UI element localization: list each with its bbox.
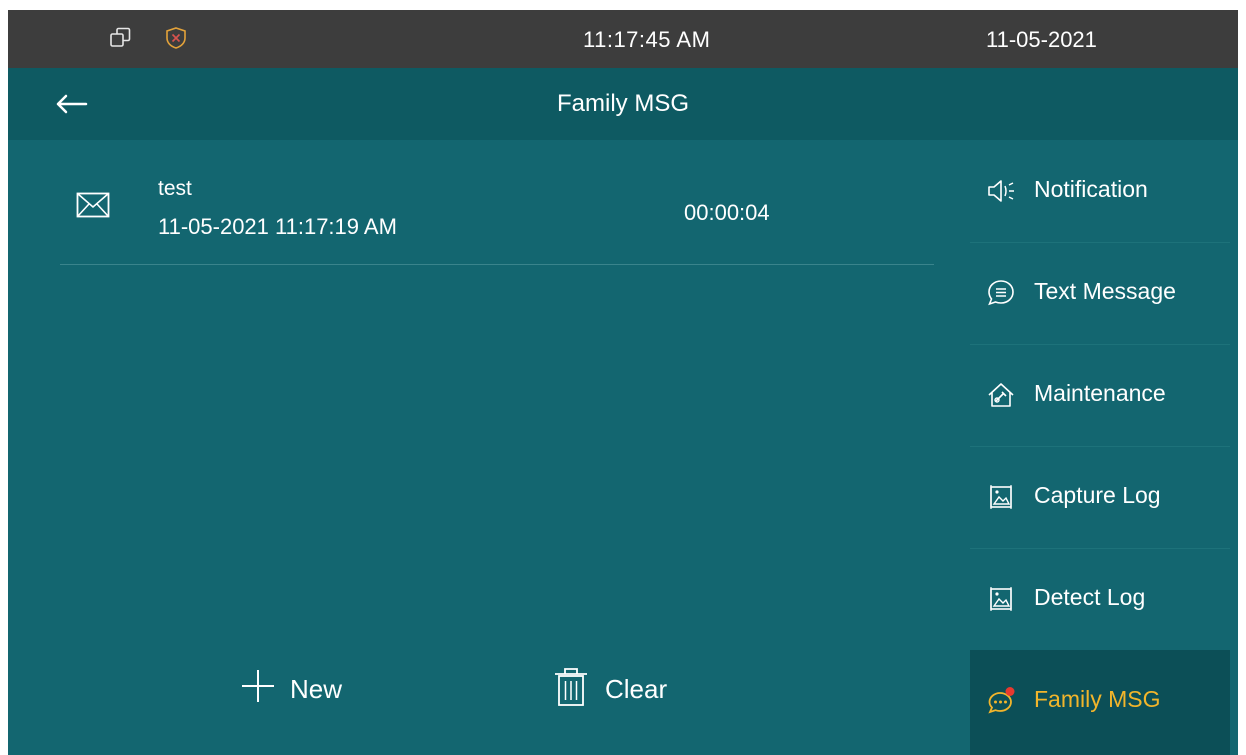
page-title: Family MSG [557,90,689,117]
sidebar-item-capture-log[interactable]: Capture Log [970,446,1230,549]
sidebar-item-maintenance[interactable]: Maintenance [970,344,1230,447]
trash-icon [555,668,587,706]
new-button-label: New [290,674,343,704]
plus-icon [242,670,274,702]
shield-alarm-icon [166,27,186,49]
sidebar-item-notification[interactable]: Notification [970,140,1230,243]
new-button[interactable]: New [238,660,368,720]
clock-date: 11-05-2021 [986,27,1097,52]
image-log-icon [990,587,1012,611]
sidebar-item-detect-log[interactable]: Detect Log [970,548,1230,651]
chat-bubble-icon [988,280,1014,306]
chat-dots-icon [988,687,1015,714]
unread-badge [1005,687,1015,696]
message-row[interactable]: test 11-05-2021 11:17:19 AM 00:00:04 [60,140,934,265]
sidebar-item-label: Maintenance [1034,380,1166,406]
message-datetime: 11-05-2021 11:17:19 AM [158,214,397,239]
message-sender: test [158,177,192,200]
clear-button[interactable]: Clear [551,660,691,720]
multi-window-icon [110,27,131,47]
clock-time: 11:17:45 AM [583,27,711,52]
sidebar-item-label: Notification [1034,176,1148,202]
house-tools-icon [988,383,1014,407]
sidebar-scroll-track [1230,140,1238,755]
sidebar-item-label: Family MSG [1034,686,1161,712]
message-list-panel: test 11-05-2021 11:17:19 AM 00:00:04 New… [8,140,970,755]
sidebar-item-label: Capture Log [1034,482,1161,508]
message-duration: 00:00:04 [684,200,770,225]
speaker-icon [988,180,1014,202]
sidebar-item-text-message[interactable]: Text Message [970,242,1230,345]
device-screen: 11:17:45 AM 11-05-2021 Family MSG test 1… [8,10,1238,755]
sidebar-item-family-msg[interactable]: Family MSG [970,650,1230,755]
image-log-icon [990,485,1012,509]
title-bar: Family MSG [8,68,1238,140]
sidebar-item-label: Text Message [1034,278,1176,304]
sidebar-menu: Notification Text Message Maintenance Ca… [970,140,1230,755]
status-bar: 11:17:45 AM 11-05-2021 [8,10,1238,68]
envelope-icon [76,192,110,218]
sidebar-item-label: Detect Log [1034,584,1146,610]
clear-button-label: Clear [605,674,668,704]
